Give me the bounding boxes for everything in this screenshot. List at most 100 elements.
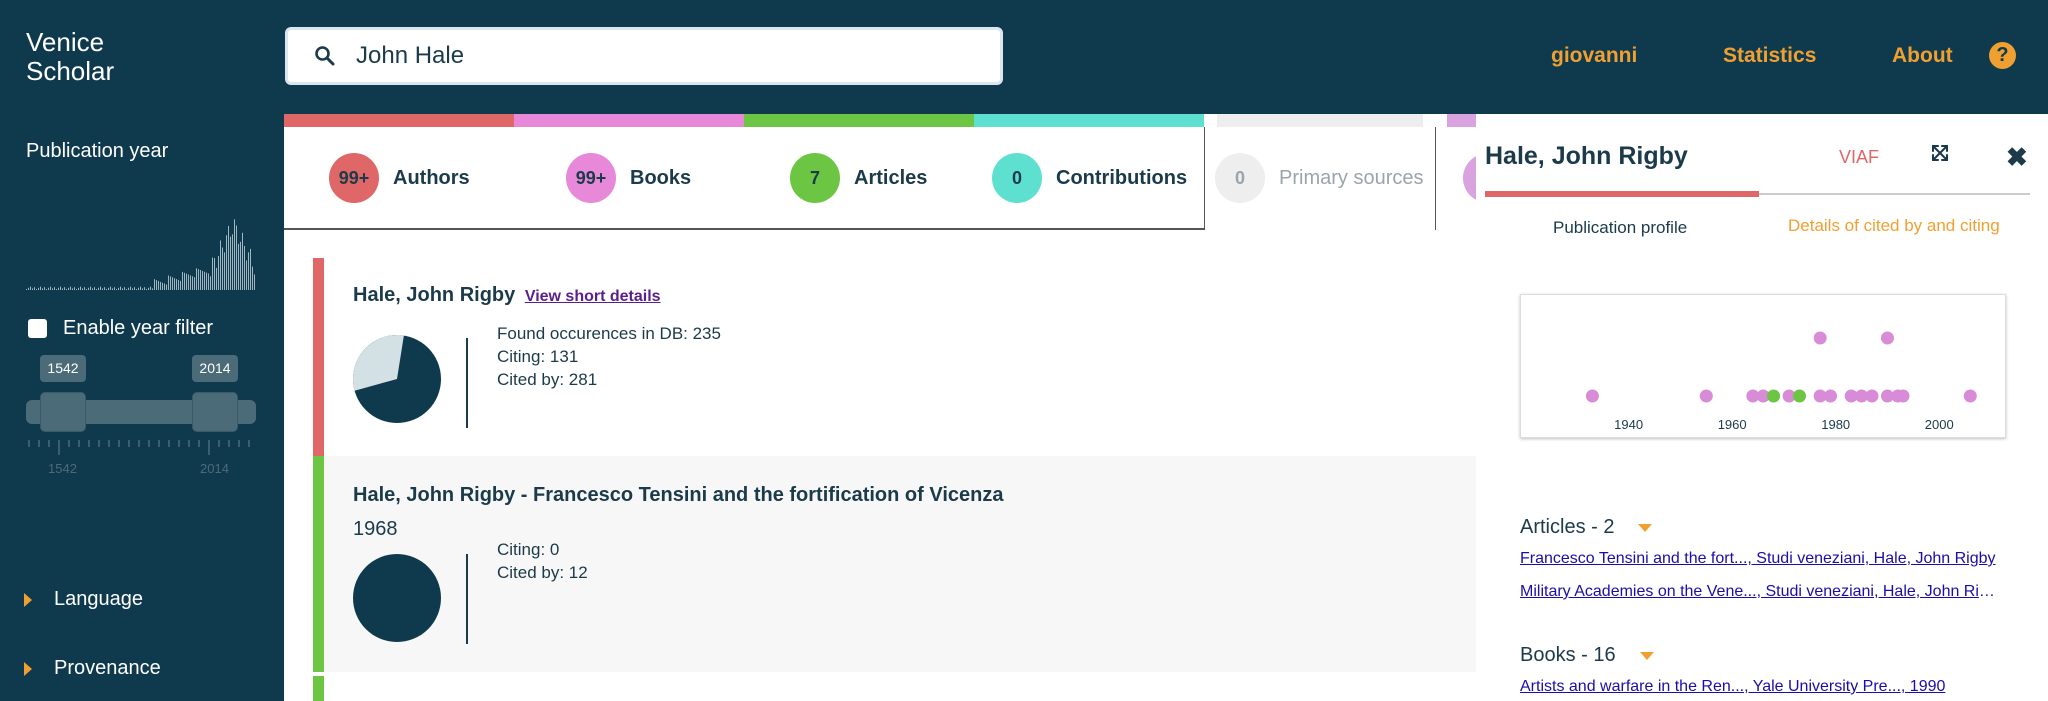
results-panel: 99+ Authors 99+ Books 7 Articles 0 Contr… xyxy=(284,114,1476,701)
citation-pie-chart xyxy=(353,554,441,642)
expand-arrow-icon xyxy=(24,661,32,676)
expand-icon[interactable] xyxy=(1931,144,1949,162)
timeline-point-book xyxy=(1963,389,1977,403)
histogram-bar xyxy=(160,281,161,290)
sidebar-item-provenance[interactable]: Provenance xyxy=(24,657,161,680)
year-filter-checkbox[interactable] xyxy=(28,319,47,338)
histogram-bar xyxy=(44,287,45,290)
about-link[interactable]: About xyxy=(1892,44,1953,68)
x-tick-label: 1980 xyxy=(1821,417,1850,432)
sidebar-item-label: Provenance xyxy=(54,657,161,679)
histogram-bar xyxy=(70,286,71,290)
publication-year-title: Publication year xyxy=(26,140,169,162)
histogram-bar xyxy=(186,273,187,290)
user-menu-link[interactable]: giovanni xyxy=(1551,44,1637,68)
histogram-bar xyxy=(230,236,231,290)
tab-articles[interactable]: 7 Articles xyxy=(790,127,927,229)
histogram-bar xyxy=(82,288,83,290)
timeline-point-book xyxy=(1585,389,1599,403)
book-link[interactable]: Artists and warfare in the Ren..., Yale … xyxy=(1520,678,2000,696)
panel-title: Hale, John Rigby xyxy=(1485,142,1688,170)
result-type-tabs: 99+ Authors 99+ Books 7 Articles 0 Contr… xyxy=(284,127,1476,229)
histogram-bar xyxy=(100,286,101,290)
histogram-bar xyxy=(184,272,185,290)
histogram-bar xyxy=(94,287,95,290)
histogram-bar xyxy=(198,269,199,290)
tab-divider xyxy=(1435,127,1436,230)
tab-next-badge[interactable] xyxy=(1463,153,1476,203)
histogram-bar xyxy=(80,286,81,290)
histogram-bar xyxy=(64,287,65,290)
timeline-point-article xyxy=(1792,389,1806,403)
tab-contributions[interactable]: 0 Contributions xyxy=(992,127,1187,229)
histogram-bar xyxy=(190,275,191,290)
histogram-bar xyxy=(194,277,195,290)
books-header-label: Books - 16 xyxy=(1520,644,1616,666)
result-card[interactable]: Hale, John Rigby - Francesco Tensini and… xyxy=(313,456,1476,672)
viaf-link[interactable]: VIAF xyxy=(1839,147,1879,168)
close-icon[interactable]: ✖ xyxy=(2006,142,2028,173)
histogram-bar xyxy=(76,289,77,290)
search-input[interactable] xyxy=(356,42,956,70)
histogram-bar xyxy=(196,268,197,290)
histogram-bar xyxy=(200,270,201,290)
slider-min-handle[interactable] xyxy=(40,392,86,432)
histogram-bar xyxy=(58,287,59,290)
histogram-bar xyxy=(146,289,147,290)
histogram-bar xyxy=(96,289,97,290)
histogram-bar xyxy=(138,287,139,290)
timeline-point-book xyxy=(1824,389,1838,403)
tab-books[interactable]: 99+ Books xyxy=(566,127,691,229)
histogram-bar xyxy=(224,252,225,290)
histogram-bar xyxy=(156,280,157,290)
article-link[interactable]: Military Academies on the Vene..., Studi… xyxy=(1520,583,2000,601)
year-range-slider[interactable]: 1542 2014 1542 2014 xyxy=(26,355,258,476)
result-card[interactable] xyxy=(313,676,1476,701)
x-tick-label: 1940 xyxy=(1614,417,1643,432)
result-stats: Found occurences in DB: 235 Citing: 131 … xyxy=(497,322,721,391)
histogram-bar xyxy=(232,234,233,290)
articles-section-header[interactable]: Articles - 2 xyxy=(1520,516,1653,539)
histogram-bar xyxy=(124,287,125,290)
search-box[interactable] xyxy=(285,27,1003,85)
x-tick-label: 2000 xyxy=(1925,417,1954,432)
histogram-bar xyxy=(242,232,243,290)
x-tick-label: 1960 xyxy=(1718,417,1747,432)
histogram-bar xyxy=(180,280,181,290)
result-title[interactable]: Hale, John Rigby - Francesco Tensini and… xyxy=(353,484,1003,507)
help-icon[interactable]: ? xyxy=(1989,42,2016,69)
histogram-bar xyxy=(222,247,223,290)
stats-divider xyxy=(466,338,468,428)
stats-divider xyxy=(466,554,468,644)
slider-max-tick-label: 2014 xyxy=(200,461,229,476)
histogram-bar xyxy=(202,270,203,290)
tab-authors[interactable]: 99+ Authors xyxy=(329,127,470,229)
app-logo[interactable]: Venice Scholar xyxy=(26,28,166,86)
histogram-bar xyxy=(166,284,167,290)
tab-primary-sources[interactable]: 0 Primary sources xyxy=(1215,127,1423,229)
histogram-bar xyxy=(54,287,55,290)
tab-publication-profile[interactable]: Publication profile xyxy=(1553,218,1687,238)
histogram-bar xyxy=(36,289,37,290)
histogram-bar xyxy=(154,279,155,290)
histogram-bar xyxy=(188,274,189,290)
histogram-bar xyxy=(150,286,151,290)
tab-label: Primary sources xyxy=(1279,166,1424,189)
search-icon xyxy=(315,46,335,66)
sidebar-item-label: Language xyxy=(54,588,143,610)
result-card[interactable]: Hale, John Rigby View short details Foun… xyxy=(313,258,1476,456)
histogram-bar xyxy=(66,289,67,290)
histogram-bar xyxy=(212,257,213,290)
statistics-link[interactable]: Statistics xyxy=(1723,44,1816,68)
slider-max-tooltip: 2014 xyxy=(192,355,238,382)
books-section-header[interactable]: Books - 16 xyxy=(1520,644,1654,667)
result-title-text: Hale, John Rigby xyxy=(353,284,516,306)
tab-cited-details[interactable]: Details of cited by and citing xyxy=(1788,216,2000,236)
view-short-details-link[interactable]: View short details xyxy=(525,288,661,305)
slider-max-handle[interactable] xyxy=(192,392,238,432)
sidebar-item-language[interactable]: Language xyxy=(24,588,143,611)
article-link[interactable]: Francesco Tensini and the fort..., Studi… xyxy=(1520,550,2000,568)
histogram-bar xyxy=(206,272,207,290)
occurrences-stat: Found occurences in DB: 235 xyxy=(497,324,721,343)
histogram-bar xyxy=(216,267,217,290)
